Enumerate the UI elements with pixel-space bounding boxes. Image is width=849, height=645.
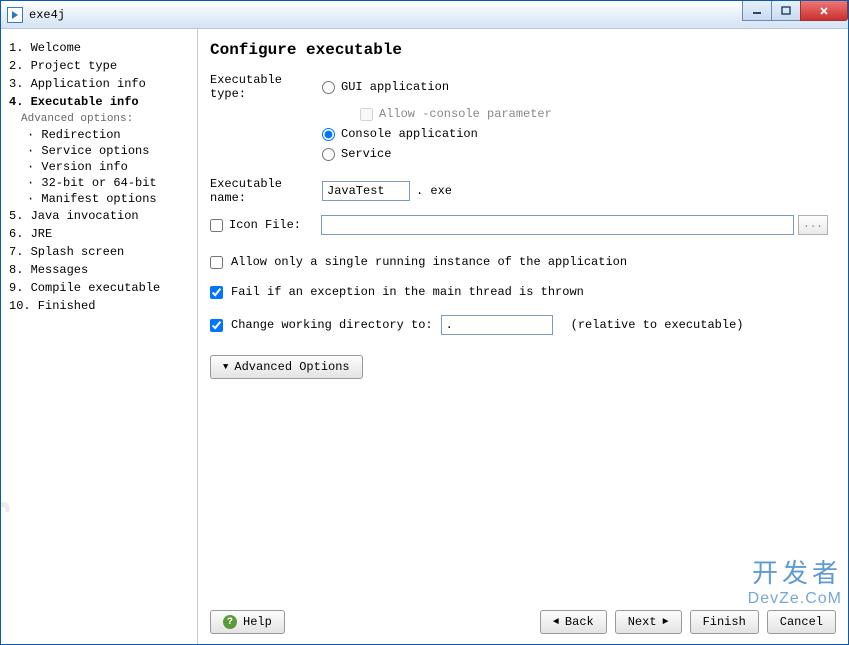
- radio-service[interactable]: [322, 148, 335, 161]
- nav-service-options[interactable]: Service options: [9, 143, 189, 159]
- radio-console[interactable]: [322, 128, 335, 141]
- allow-console-label: Allow -console parameter: [379, 107, 552, 121]
- cwd-input[interactable]: [441, 315, 553, 335]
- nav-welcome[interactable]: 1. Welcome: [9, 39, 189, 57]
- window-title: exe4j: [29, 8, 65, 22]
- radio-console-label: Console application: [341, 127, 478, 141]
- nav-messages[interactable]: 8. Messages: [9, 261, 189, 279]
- exec-type-label: Executable type:: [210, 73, 322, 101]
- nav-redirection[interactable]: Redirection: [9, 127, 189, 143]
- advanced-options-label: Advanced options:: [9, 111, 189, 127]
- checkbox-icon-file[interactable]: [210, 219, 223, 232]
- nav-32-64-bit[interactable]: 32-bit or 64-bit: [9, 175, 189, 191]
- nav-application-info[interactable]: 3. Application info: [9, 75, 189, 93]
- cancel-label: Cancel: [780, 615, 823, 629]
- radio-gui[interactable]: [322, 81, 335, 94]
- maximize-button[interactable]: [771, 1, 801, 21]
- exec-name-label: Executable name:: [210, 177, 322, 205]
- next-button[interactable]: Next ►: [615, 610, 682, 634]
- nav-java-invocation[interactable]: 5. Java invocation: [9, 207, 189, 225]
- finish-label: Finish: [703, 615, 746, 629]
- minimize-button[interactable]: [742, 1, 772, 21]
- nav-manifest-options[interactable]: Manifest options: [9, 191, 189, 207]
- titlebar[interactable]: exe4j: [1, 1, 848, 29]
- app-window: exe4j 1. Welcome 2. Project type 3. Appl…: [0, 0, 849, 645]
- checkbox-allow-console: [360, 108, 373, 121]
- back-label: Back: [565, 615, 594, 629]
- relative-label: (relative to executable): [571, 318, 744, 332]
- nav-jre[interactable]: 6. JRE: [9, 225, 189, 243]
- checkbox-fail-exception[interactable]: [210, 286, 223, 299]
- nav-executable-info[interactable]: 4. Executable info: [9, 93, 189, 111]
- back-button[interactable]: ◄ Back: [540, 610, 607, 634]
- cancel-button[interactable]: Cancel: [767, 610, 836, 634]
- app-icon: [7, 7, 23, 23]
- advanced-options-btn-label: Advanced Options: [234, 360, 349, 374]
- icon-file-input[interactable]: [321, 215, 794, 235]
- radio-gui-label: GUI application: [341, 80, 449, 94]
- advanced-options-button[interactable]: ▼ Advanced Options: [210, 355, 363, 379]
- chevron-down-icon: ▼: [223, 362, 228, 372]
- finish-button[interactable]: Finish: [690, 610, 759, 634]
- window-controls: [743, 1, 848, 21]
- icon-file-browse-button[interactable]: ...: [798, 215, 828, 235]
- nav-project-type[interactable]: 2. Project type: [9, 57, 189, 75]
- page-title: Configure executable: [210, 41, 828, 59]
- next-label: Next: [628, 615, 657, 629]
- close-button[interactable]: [800, 1, 848, 21]
- nav-finished[interactable]: 10. Finished: [9, 297, 189, 315]
- sidebar: 1. Welcome 2. Project type 3. Applicatio…: [1, 29, 198, 644]
- main-panel: Configure executable Executable type: GU…: [198, 29, 848, 644]
- exec-ext-label: . exe: [416, 184, 452, 198]
- fail-exception-label: Fail if an exception in the main thread …: [231, 285, 584, 299]
- arrow-left-icon: ◄: [553, 617, 559, 628]
- radio-service-label: Service: [341, 147, 391, 161]
- arrow-right-icon: ►: [663, 617, 669, 628]
- help-button[interactable]: ? Help: [210, 610, 285, 634]
- checkbox-single-instance[interactable]: [210, 256, 223, 269]
- single-instance-label: Allow only a single running instance of …: [231, 255, 627, 269]
- help-label: Help: [243, 615, 272, 629]
- checkbox-change-cwd[interactable]: [210, 319, 223, 332]
- help-icon: ?: [223, 615, 237, 629]
- nav-version-info[interactable]: Version info: [9, 159, 189, 175]
- sidebar-watermark: exe4j: [1, 500, 11, 624]
- nav-compile-executable[interactable]: 9. Compile executable: [9, 279, 189, 297]
- change-cwd-label: Change working directory to:: [231, 318, 433, 332]
- exec-name-input[interactable]: [322, 181, 410, 201]
- nav-splash-screen[interactable]: 7. Splash screen: [9, 243, 189, 261]
- footer: ? Help ◄ Back Next ► Finish: [198, 600, 848, 644]
- icon-file-label: Icon File:: [229, 218, 321, 232]
